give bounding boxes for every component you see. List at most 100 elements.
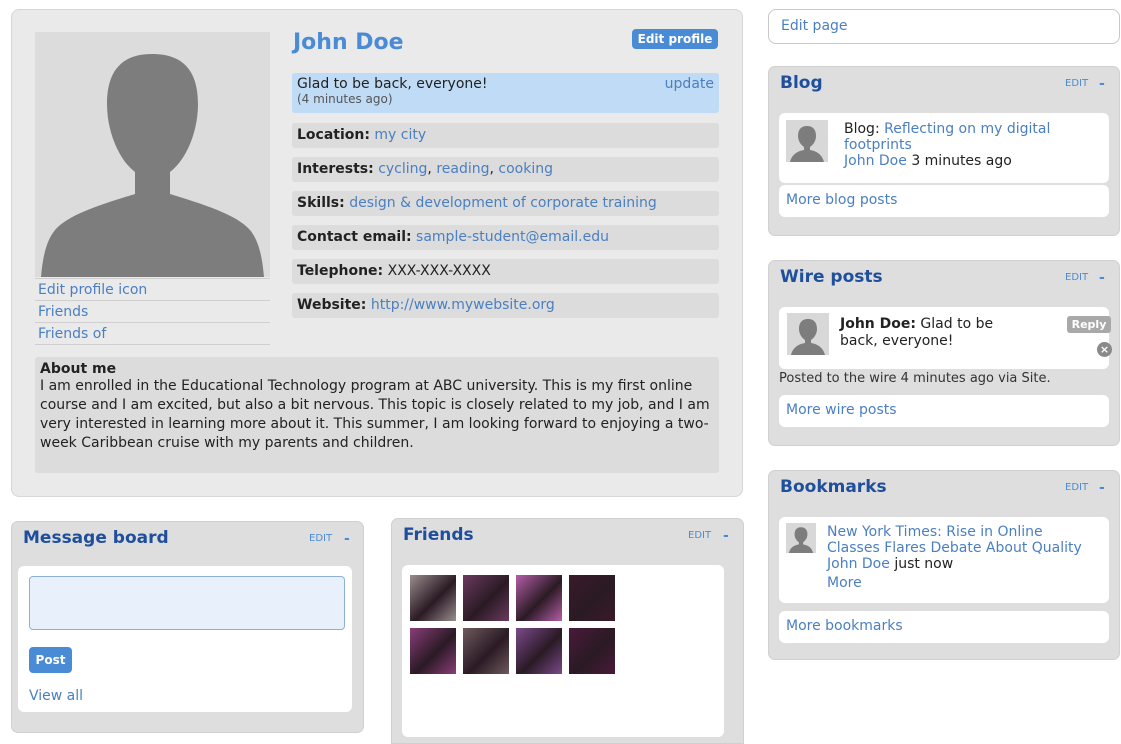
- blog-post-author-link[interactable]: John Doe: [844, 153, 907, 169]
- telephone-field: Telephone: XXX-XXX-XXXX: [292, 259, 719, 284]
- profile-panel: Edit profile icon Friends Friends of Joh…: [11, 9, 743, 497]
- more-blog-posts-link[interactable]: More blog posts: [786, 192, 897, 208]
- profile-avatar: [35, 32, 270, 277]
- blog-post-time: 3 minutes ago: [911, 153, 1012, 169]
- bookmark-entry: New York Times: Rise in Online Classes F…: [827, 524, 1082, 591]
- message-board-collapse-button[interactable]: -: [344, 531, 350, 547]
- interest-tag[interactable]: reading: [436, 161, 489, 177]
- skills-value[interactable]: design & development of corporate traini…: [349, 195, 657, 211]
- owner-links: Edit profile icon Friends Friends of: [35, 278, 270, 345]
- message-board-input[interactable]: [29, 576, 345, 630]
- blog-post-entry: Blog: Reflecting on my digital footprint…: [844, 121, 1050, 169]
- bookmarks-widget: Bookmarks EDIT - New York Times: Rise in…: [768, 470, 1120, 660]
- default-avatar-silhouette-icon: [35, 32, 270, 277]
- profile-name[interactable]: John Doe: [293, 30, 404, 55]
- more-wire-posts-link[interactable]: More wire posts: [786, 402, 897, 418]
- friend-avatar[interactable]: [463, 628, 509, 674]
- wire-post-text-line2: back, everyone!: [840, 333, 954, 349]
- friends-title: Friends: [403, 525, 474, 545]
- bookmark-author-link[interactable]: John Doe: [827, 556, 890, 572]
- user-avatar-icon: [788, 527, 814, 553]
- contact-email-label: Contact email:: [297, 229, 412, 245]
- wire-post-author[interactable]: John Doe:: [840, 316, 916, 332]
- friend-avatar[interactable]: [463, 575, 509, 621]
- about-me-title: About me: [40, 361, 117, 377]
- friends-edit-link[interactable]: EDIT: [688, 530, 711, 541]
- avatar[interactable]: [787, 313, 829, 355]
- wire-posts-title: Wire posts: [780, 267, 883, 287]
- bookmarks-collapse-button[interactable]: -: [1099, 480, 1105, 496]
- user-avatar-icon: [791, 319, 825, 355]
- blog-edit-link[interactable]: EDIT: [1065, 78, 1088, 89]
- delete-icon[interactable]: ×: [1097, 342, 1112, 357]
- wire-post-meta: Posted to the wire 4 minutes ago via Sit…: [779, 371, 1051, 386]
- status-box: Glad to be back, everyone! (4 minutes ag…: [292, 73, 719, 113]
- edit-page-button[interactable]: Edit page: [768, 9, 1120, 44]
- wire-post-text-line1: Glad to be: [920, 316, 994, 332]
- blog-collapse-button[interactable]: -: [1099, 76, 1105, 92]
- about-me-text: I am enrolled in the Educational Technol…: [40, 378, 710, 451]
- friend-avatar[interactable]: [516, 628, 562, 674]
- more-wire-posts-card: More wire posts: [779, 395, 1109, 427]
- bookmarks-title: Bookmarks: [780, 477, 887, 497]
- status-time: (4 minutes ago): [297, 92, 393, 106]
- avatar[interactable]: [786, 523, 816, 553]
- interests-field: Interests: cycling, reading, cooking: [292, 157, 719, 182]
- website-link[interactable]: http://www.mywebsite.org: [371, 297, 555, 313]
- website-field: Website: http://www.mywebsite.org: [292, 293, 719, 318]
- skills-field: Skills: design & development of corporat…: [292, 191, 719, 216]
- post-it-button[interactable]: Post it: [29, 647, 72, 693]
- contact-email-field: Contact email: sample-student@email.edu: [292, 225, 719, 250]
- blog-post-title-link[interactable]: footprints: [844, 137, 912, 153]
- telephone-value: XXX-XXX-XXXX: [387, 263, 491, 279]
- edit-profile-button[interactable]: Edit profile: [632, 29, 718, 49]
- bookmarks-edit-link[interactable]: EDIT: [1065, 482, 1088, 493]
- bookmark-time: just now: [894, 556, 954, 572]
- location-value[interactable]: my city: [374, 127, 426, 143]
- friends-collapse-button[interactable]: -: [723, 528, 729, 544]
- blog-post-title-link[interactable]: Reflecting on my digital: [884, 121, 1050, 137]
- more-blog-posts-card: More blog posts: [779, 185, 1109, 217]
- friend-avatar[interactable]: [410, 628, 456, 674]
- wire-post-message: John Doe: Glad to be back, everyone!: [840, 316, 993, 350]
- view-all-link[interactable]: View all: [29, 688, 83, 704]
- edit-profile-icon-link[interactable]: Edit profile icon: [35, 278, 270, 300]
- message-board-edit-link[interactable]: EDIT: [309, 533, 332, 544]
- status-update-link[interactable]: update: [665, 76, 714, 92]
- wire-posts-collapse-button[interactable]: -: [1099, 270, 1105, 286]
- friends-of-link[interactable]: Friends of: [35, 322, 270, 345]
- friend-avatar[interactable]: [569, 575, 615, 621]
- wire-post-card: John Doe: Glad to be back, everyone! Rep…: [779, 307, 1112, 369]
- status-text: Glad to be back, everyone!: [297, 76, 488, 92]
- reply-button[interactable]: Reply: [1067, 316, 1111, 333]
- bookmark-more-link[interactable]: More: [827, 575, 862, 591]
- friends-widget: Friends EDIT -: [391, 518, 744, 744]
- friends-link[interactable]: Friends: [35, 300, 270, 322]
- blog-title: Blog: [780, 73, 823, 93]
- blog-widget: Blog EDIT - Blog: Reflecting on my digit…: [768, 66, 1120, 236]
- telephone-label: Telephone:: [297, 263, 384, 279]
- bookmark-title-link[interactable]: Classes Flares Debate About Quality: [827, 540, 1082, 556]
- location-label: Location:: [297, 127, 370, 143]
- message-board-title: Message board: [23, 528, 169, 548]
- friend-avatar[interactable]: [410, 575, 456, 621]
- more-bookmarks-card: More bookmarks: [779, 611, 1109, 643]
- blog-post-prefix: Blog:: [844, 121, 880, 137]
- about-me-section: About me I am enrolled in the Educationa…: [35, 357, 719, 473]
- user-avatar-icon: [790, 126, 824, 162]
- wire-posts-widget: Wire posts EDIT - John Doe: Glad to be b…: [768, 260, 1120, 446]
- interest-tag[interactable]: cooking: [498, 161, 553, 177]
- friend-avatar[interactable]: [516, 575, 562, 621]
- wire-posts-edit-link[interactable]: EDIT: [1065, 272, 1088, 283]
- interests-label: Interests:: [297, 161, 374, 177]
- message-board-widget: Message board EDIT - Post it View all: [11, 521, 364, 733]
- contact-email-value[interactable]: sample-student@email.edu: [416, 229, 609, 245]
- avatar[interactable]: [786, 120, 828, 162]
- website-label: Website:: [297, 297, 367, 313]
- bookmark-title-link[interactable]: New York Times: Rise in Online: [827, 524, 1043, 540]
- friend-avatar[interactable]: [569, 628, 615, 674]
- skills-label: Skills:: [297, 195, 345, 211]
- location-field: Location: my city: [292, 123, 719, 148]
- more-bookmarks-link[interactable]: More bookmarks: [786, 618, 903, 634]
- interest-tag[interactable]: cycling: [378, 161, 427, 177]
